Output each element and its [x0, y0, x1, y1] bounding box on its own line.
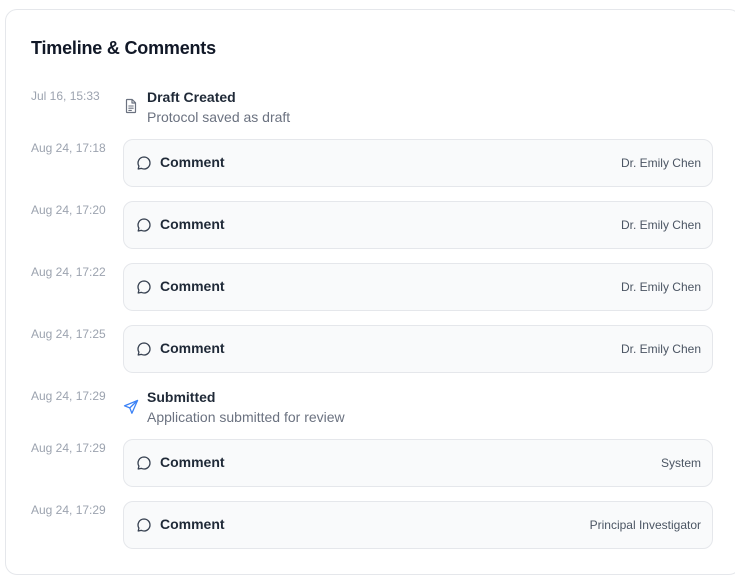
- timeline-timestamp: Aug 24, 17:22: [31, 265, 106, 279]
- timeline-timestamp: Aug 24, 17:29: [31, 441, 106, 455]
- timeline-timestamp: Aug 24, 17:29: [31, 389, 106, 403]
- timeline-comments-panel: Timeline & Comments Jul 16, 15:33 Draft …: [5, 9, 735, 575]
- comment-label: Comment: [160, 278, 225, 294]
- comment-label: Comment: [160, 154, 225, 170]
- chat-bubble-icon: [137, 518, 151, 532]
- comment-label: Comment: [160, 340, 225, 356]
- comment-author: Dr. Emily Chen: [620, 156, 701, 170]
- comment-card[interactable]: Comment Dr. Emily Chen: [123, 201, 713, 249]
- comment-author: Principal Investigator: [589, 518, 701, 532]
- send-icon: [123, 399, 139, 414]
- chat-bubble-icon: [137, 218, 151, 232]
- comment-author: Dr. Emily Chen: [620, 280, 701, 294]
- comment-card[interactable]: Comment Dr. Emily Chen: [123, 139, 713, 187]
- chat-bubble-icon: [137, 342, 151, 356]
- comment-card[interactable]: Comment Dr. Emily Chen: [123, 263, 713, 311]
- event-description: Protocol saved as draft: [147, 109, 291, 125]
- event-title: Draft Created: [147, 89, 236, 105]
- comment-author: Dr. Emily Chen: [620, 342, 701, 356]
- chat-bubble-icon: [137, 280, 151, 294]
- comment-author: System: [660, 456, 701, 470]
- panel-title: Timeline & Comments: [31, 38, 216, 58]
- comment-card[interactable]: Comment Principal Investigator: [123, 501, 713, 549]
- timeline-timestamp: Aug 24, 17:20: [31, 203, 106, 217]
- comment-card[interactable]: Comment Dr. Emily Chen: [123, 325, 713, 373]
- document-icon: [125, 98, 137, 114]
- comment-label: Comment: [160, 516, 225, 532]
- timeline-timestamp: Jul 16, 15:33: [31, 89, 100, 103]
- event-title: Submitted: [147, 389, 216, 405]
- comment-label: Comment: [160, 454, 225, 470]
- timeline-timestamp: Aug 24, 17:25: [31, 327, 106, 341]
- event-description: Application submitted for review: [147, 409, 345, 425]
- timeline-timestamp: Aug 24, 17:18: [31, 141, 106, 155]
- comment-author: Dr. Emily Chen: [620, 218, 701, 232]
- chat-bubble-icon: [137, 456, 151, 470]
- timeline-timestamp: Aug 24, 17:29: [31, 503, 106, 517]
- comment-label: Comment: [160, 216, 225, 232]
- comment-card[interactable]: Comment System: [123, 439, 713, 487]
- chat-bubble-icon: [137, 156, 151, 170]
